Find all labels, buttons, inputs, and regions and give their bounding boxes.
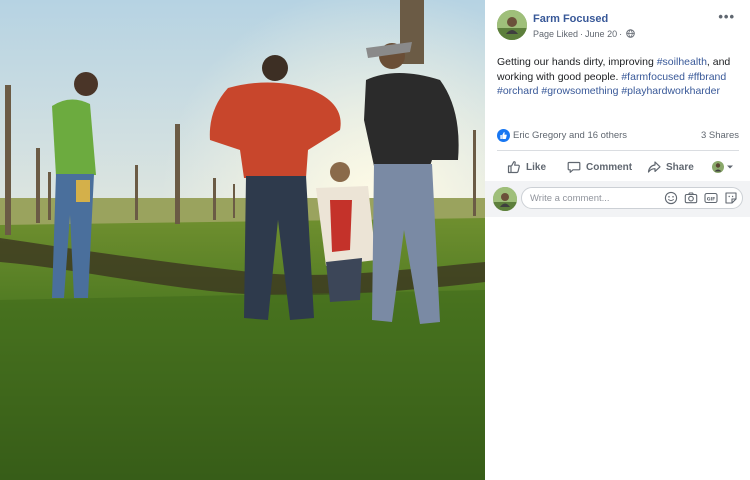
hashtag-link[interactable]: #orchard: [497, 85, 538, 97]
share-icon: [647, 161, 661, 173]
post-date[interactable]: June 20: [585, 29, 617, 39]
sticker-icon[interactable]: [724, 191, 738, 205]
hashtag-link[interactable]: #farmfocused: [621, 71, 685, 83]
camera-icon[interactable]: [684, 191, 698, 205]
reaction-picker-button[interactable]: [711, 155, 740, 179]
gif-icon[interactable]: GIF: [704, 191, 718, 205]
like-icon: [507, 161, 520, 174]
page-name-link[interactable]: Farm Focused: [533, 13, 608, 25]
svg-text:GIF: GIF: [707, 196, 716, 202]
post-meta: Page Liked · June 20 ·: [533, 29, 635, 40]
avatar-image: [497, 10, 527, 40]
post-text-segment: Getting our hands dirty, improving: [497, 56, 657, 68]
comment-tools: GIF: [664, 191, 738, 205]
more-icon[interactable]: •••: [718, 9, 735, 24]
hashtag-link[interactable]: #growsomething: [541, 85, 618, 97]
comment-button[interactable]: Comment: [567, 155, 632, 179]
post-viewer: Farm Focused Page Liked · June 20 · ••• Get…: [0, 0, 750, 480]
reaction-picker-icon: [712, 161, 733, 173]
reactions-summary: Eric Gregory and 16 others 3 Shares: [497, 128, 739, 144]
hashtag-link[interactable]: #playhardworkharder: [621, 85, 720, 97]
post-header: Farm Focused Page Liked · June 20 · •••: [497, 9, 743, 42]
divider: [497, 150, 739, 151]
share-button[interactable]: Share: [647, 155, 694, 179]
commenter-avatar[interactable]: [493, 187, 517, 211]
like-label: Like: [526, 161, 547, 173]
comment-composer: GIF: [485, 181, 750, 217]
post-details-panel: Farm Focused Page Liked · June 20 · ••• Get…: [485, 0, 750, 480]
commenter-avatar-image: [493, 187, 517, 211]
comment-label: Comment: [586, 161, 633, 173]
post-text: Getting our hands dirty, improving #soil…: [497, 55, 743, 99]
hashtag-link[interactable]: #soilhealth: [657, 56, 707, 68]
globe-icon: [626, 29, 635, 40]
emoji-icon[interactable]: [664, 191, 678, 205]
farm-workers-photo: [0, 0, 485, 480]
like-button[interactable]: Like: [507, 155, 546, 179]
meta-separator: ·: [580, 29, 584, 39]
share-label: Share: [666, 161, 694, 173]
page-avatar[interactable]: [497, 10, 527, 40]
post-photo[interactable]: [0, 0, 485, 480]
hashtag-link[interactable]: #ffbrand: [688, 71, 726, 83]
page-liked-status: Page Liked: [533, 29, 579, 39]
shares-count[interactable]: 3 Shares: [701, 130, 739, 141]
meta-separator-2: ·: [619, 29, 623, 39]
comment-icon: [567, 161, 581, 173]
post-actions: Like Comment Share: [497, 155, 739, 179]
like-reaction-icon[interactable]: [497, 129, 510, 142]
reactors-link[interactable]: Eric Gregory and 16 others: [513, 130, 627, 141]
